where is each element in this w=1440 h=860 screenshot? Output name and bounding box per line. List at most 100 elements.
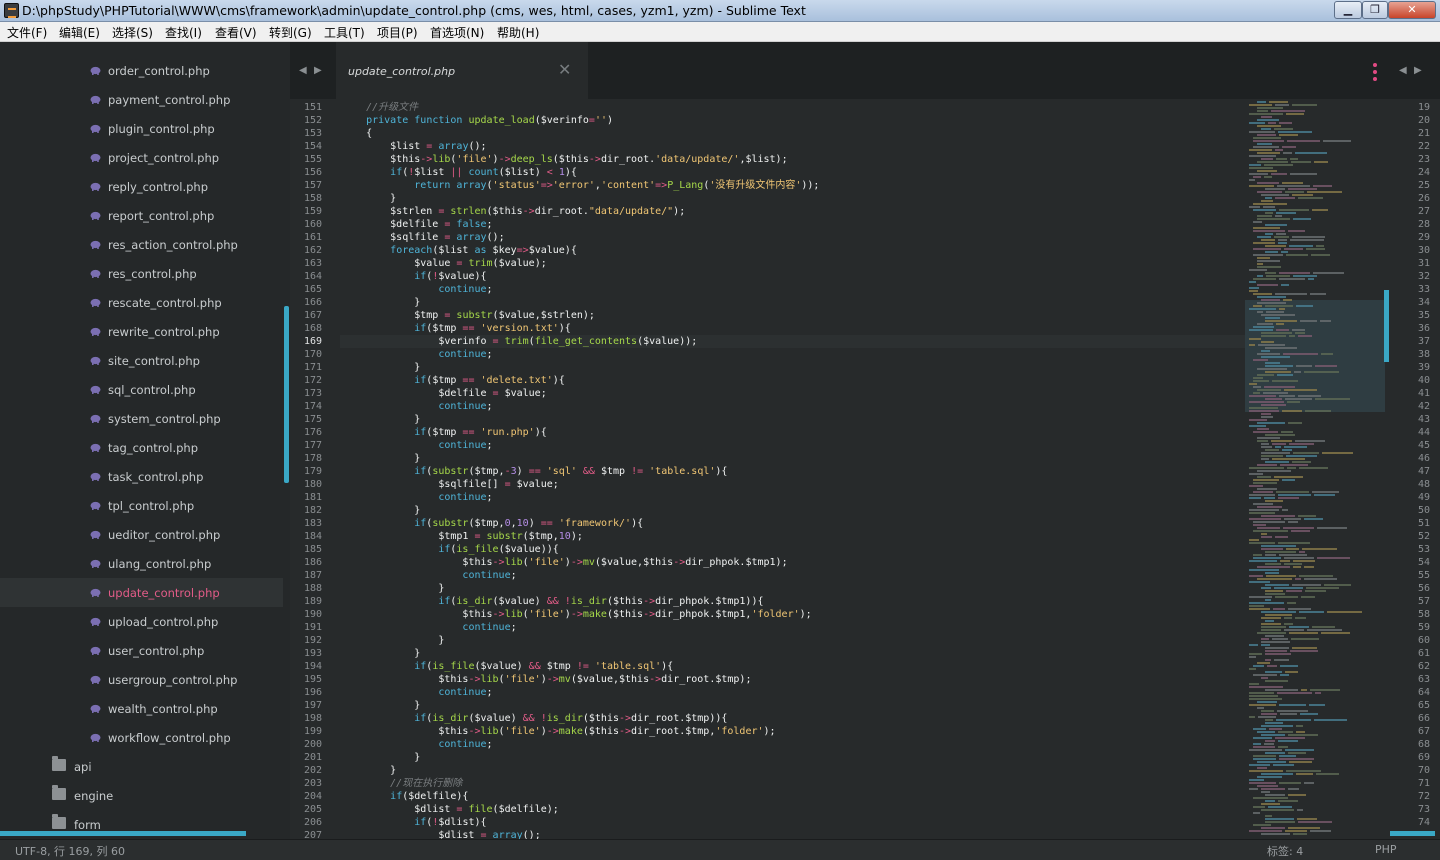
sidebar-file-item[interactable]: payment_control.php (0, 85, 283, 114)
code-line[interactable]: } (342, 413, 420, 426)
code-line[interactable]: if(!$list || count($list) < 1){ (342, 166, 577, 179)
sidebar-file-item[interactable]: tpl_control.php (0, 491, 283, 520)
code-line[interactable]: $this->lib('file')->mv($value,$this->dir… (342, 673, 751, 686)
sidebar-file-item[interactable]: order_control.php (0, 56, 283, 85)
tab-close-icon[interactable]: ✕ (558, 60, 571, 79)
code-line[interactable]: continue; (342, 283, 492, 296)
code-line[interactable]: continue; (342, 491, 492, 504)
code-line[interactable]: } (342, 699, 420, 712)
code-line[interactable]: continue; (342, 621, 516, 634)
code-line[interactable]: if(is_file($value) && $tmp != 'table.sql… (342, 660, 673, 673)
sidebar-folder-item[interactable]: engine (0, 781, 283, 810)
code-line[interactable]: //现在执行删除 (342, 777, 462, 790)
code-line[interactable]: if(!$value){ (342, 270, 486, 283)
code-line[interactable]: } (342, 764, 396, 777)
code-line[interactable]: $this->lib('file')->make($this->dir_phpo… (342, 608, 811, 621)
minimize-button[interactable]: ▁ (1334, 1, 1362, 19)
second-pane-hscrollbar[interactable] (1390, 831, 1435, 836)
code-line[interactable]: if($tmp == 'version.txt'){ (342, 322, 571, 335)
status-tab-size[interactable]: 标签: 4 (1267, 843, 1303, 859)
code-line[interactable]: $sqlfile[] = $value; (342, 478, 558, 491)
code-line[interactable]: $dlist = file($delfile); (342, 803, 559, 816)
sidebar-file-item[interactable]: report_control.php (0, 201, 283, 230)
code-line[interactable]: { (342, 127, 372, 140)
sidebar-file-item[interactable]: update_control.php (0, 578, 283, 607)
code-line[interactable]: } (342, 192, 396, 205)
editor-scrollbar[interactable] (1384, 290, 1389, 362)
close-button[interactable]: ✕ (1388, 1, 1436, 19)
code-line[interactable]: $strlen = strlen($this->dir_root."data/u… (342, 205, 685, 218)
sidebar-file-item[interactable]: site_control.php (0, 346, 283, 375)
sidebar-file-item[interactable]: ulang_control.php (0, 549, 283, 578)
code-line[interactable]: } (342, 452, 420, 465)
tab-update-control[interactable]: update_control.php ✕ (336, 42, 588, 99)
code-line[interactable]: $tmp1 = substr($tmp,10); (342, 530, 583, 543)
code-line[interactable]: if($tmp == 'run.php'){ (342, 426, 546, 439)
code-line[interactable]: $value = trim($value); (342, 257, 547, 270)
code-line[interactable]: if(substr($tmp,-3) == 'sql' && $tmp != '… (342, 465, 727, 478)
sidebar-file-item[interactable]: system_control.php (0, 404, 283, 433)
tab-nav-right-icon[interactable]: ▶ (314, 65, 322, 76)
code-line[interactable]: continue; (342, 348, 492, 361)
minimap[interactable] (1245, 99, 1390, 839)
sidebar-scrollbar[interactable] (284, 306, 289, 483)
code-line[interactable]: } (342, 361, 420, 374)
sidebar-file-item[interactable]: usergroup_control.php (0, 665, 283, 694)
code-line[interactable]: $delfile = $value; (342, 387, 546, 400)
code-line[interactable]: $list = array(); (342, 140, 486, 153)
code-line[interactable]: if(is_dir($value) && !is_dir($this->dir_… (342, 595, 763, 608)
code-line[interactable]: } (342, 647, 420, 660)
sidebar-file-item[interactable]: sql_control.php (0, 375, 283, 404)
maximize-button[interactable]: ❐ (1362, 1, 1388, 19)
code-line[interactable]: } (342, 751, 420, 764)
code-line[interactable]: $this->lib('file')->mv($value,$this->dir… (342, 556, 787, 569)
code-line[interactable]: if(substr($tmp,0,10) == 'framework/'){ (342, 517, 643, 530)
sidebar-file-item[interactable]: tag_control.php (0, 433, 283, 462)
code-line[interactable]: } (342, 504, 420, 517)
code-line[interactable]: continue; (342, 569, 516, 582)
code-editor[interactable]: //升级文件 private function update_load($ver… (340, 99, 1245, 839)
code-line[interactable]: return array('status'=>'error','content'… (342, 179, 819, 192)
code-line[interactable]: } (342, 634, 444, 647)
code-line[interactable]: $this->lib('file')->make($this->dir_root… (342, 725, 775, 738)
menu-project[interactable]: 项目(P) (377, 24, 418, 41)
code-line[interactable]: } (342, 296, 420, 309)
sidebar-file-item[interactable]: reply_control.php (0, 172, 283, 201)
sidebar-file-item[interactable]: task_control.php (0, 462, 283, 491)
code-line[interactable]: if($delfile){ (342, 790, 468, 803)
code-line[interactable]: //升级文件 (342, 101, 418, 114)
sidebar-file-item[interactable]: project_control.php (0, 143, 283, 172)
sidebar-file-item[interactable]: ueditor_control.php (0, 520, 283, 549)
code-line[interactable]: private function update_load($verinfo=''… (342, 114, 613, 127)
code-line[interactable]: continue; (342, 400, 492, 413)
tab-nav-left-icon[interactable]: ◀ (299, 65, 307, 76)
sidebar-file-item[interactable]: plugin_control.php (0, 114, 283, 143)
sidebar-file-item[interactable]: upload_control.php (0, 607, 283, 636)
sidebar-folder-item[interactable]: api (0, 752, 283, 781)
code-line[interactable]: continue; (342, 738, 492, 751)
code-line[interactable]: } (342, 582, 444, 595)
code-line[interactable]: continue; (342, 686, 492, 699)
code-line[interactable]: if(!$dlist){ (342, 816, 486, 829)
code-line[interactable]: $tmp = substr($value,$strlen); (342, 309, 595, 322)
code-line[interactable]: $delfile = false; (342, 218, 492, 231)
sidebar-file-item[interactable]: user_control.php (0, 636, 283, 665)
menu-edit[interactable]: 编辑(E) (59, 24, 100, 41)
menu-help[interactable]: 帮助(H) (497, 24, 539, 41)
menu-find[interactable]: 查找(I) (165, 24, 202, 41)
sidebar-file-item[interactable]: res_control.php (0, 259, 283, 288)
menu-preferences[interactable]: 首选项(N) (430, 24, 484, 41)
menu-file[interactable]: 文件(F) (7, 24, 47, 41)
code-line[interactable]: continue; (342, 439, 492, 452)
code-line[interactable]: $this->lib('file')->deep_ls($this->dir_r… (342, 153, 787, 166)
pane-nav-right-icon[interactable]: ▶ (1414, 65, 1422, 76)
code-line[interactable]: if(is_file($value)){ (342, 543, 558, 556)
menu-goto[interactable]: 转到(G) (269, 24, 312, 41)
pane-nav-left-icon[interactable]: ◀ (1399, 65, 1407, 76)
code-line[interactable]: foreach($list as $key=>$value){ (342, 244, 577, 257)
code-line[interactable]: $dlist = array(); (342, 829, 540, 839)
sidebar-hscrollbar[interactable] (0, 831, 246, 836)
status-syntax[interactable]: PHP (1375, 843, 1397, 856)
sidebar-file-item[interactable]: res_action_control.php (0, 230, 283, 259)
menu-view[interactable]: 查看(V) (215, 24, 257, 41)
